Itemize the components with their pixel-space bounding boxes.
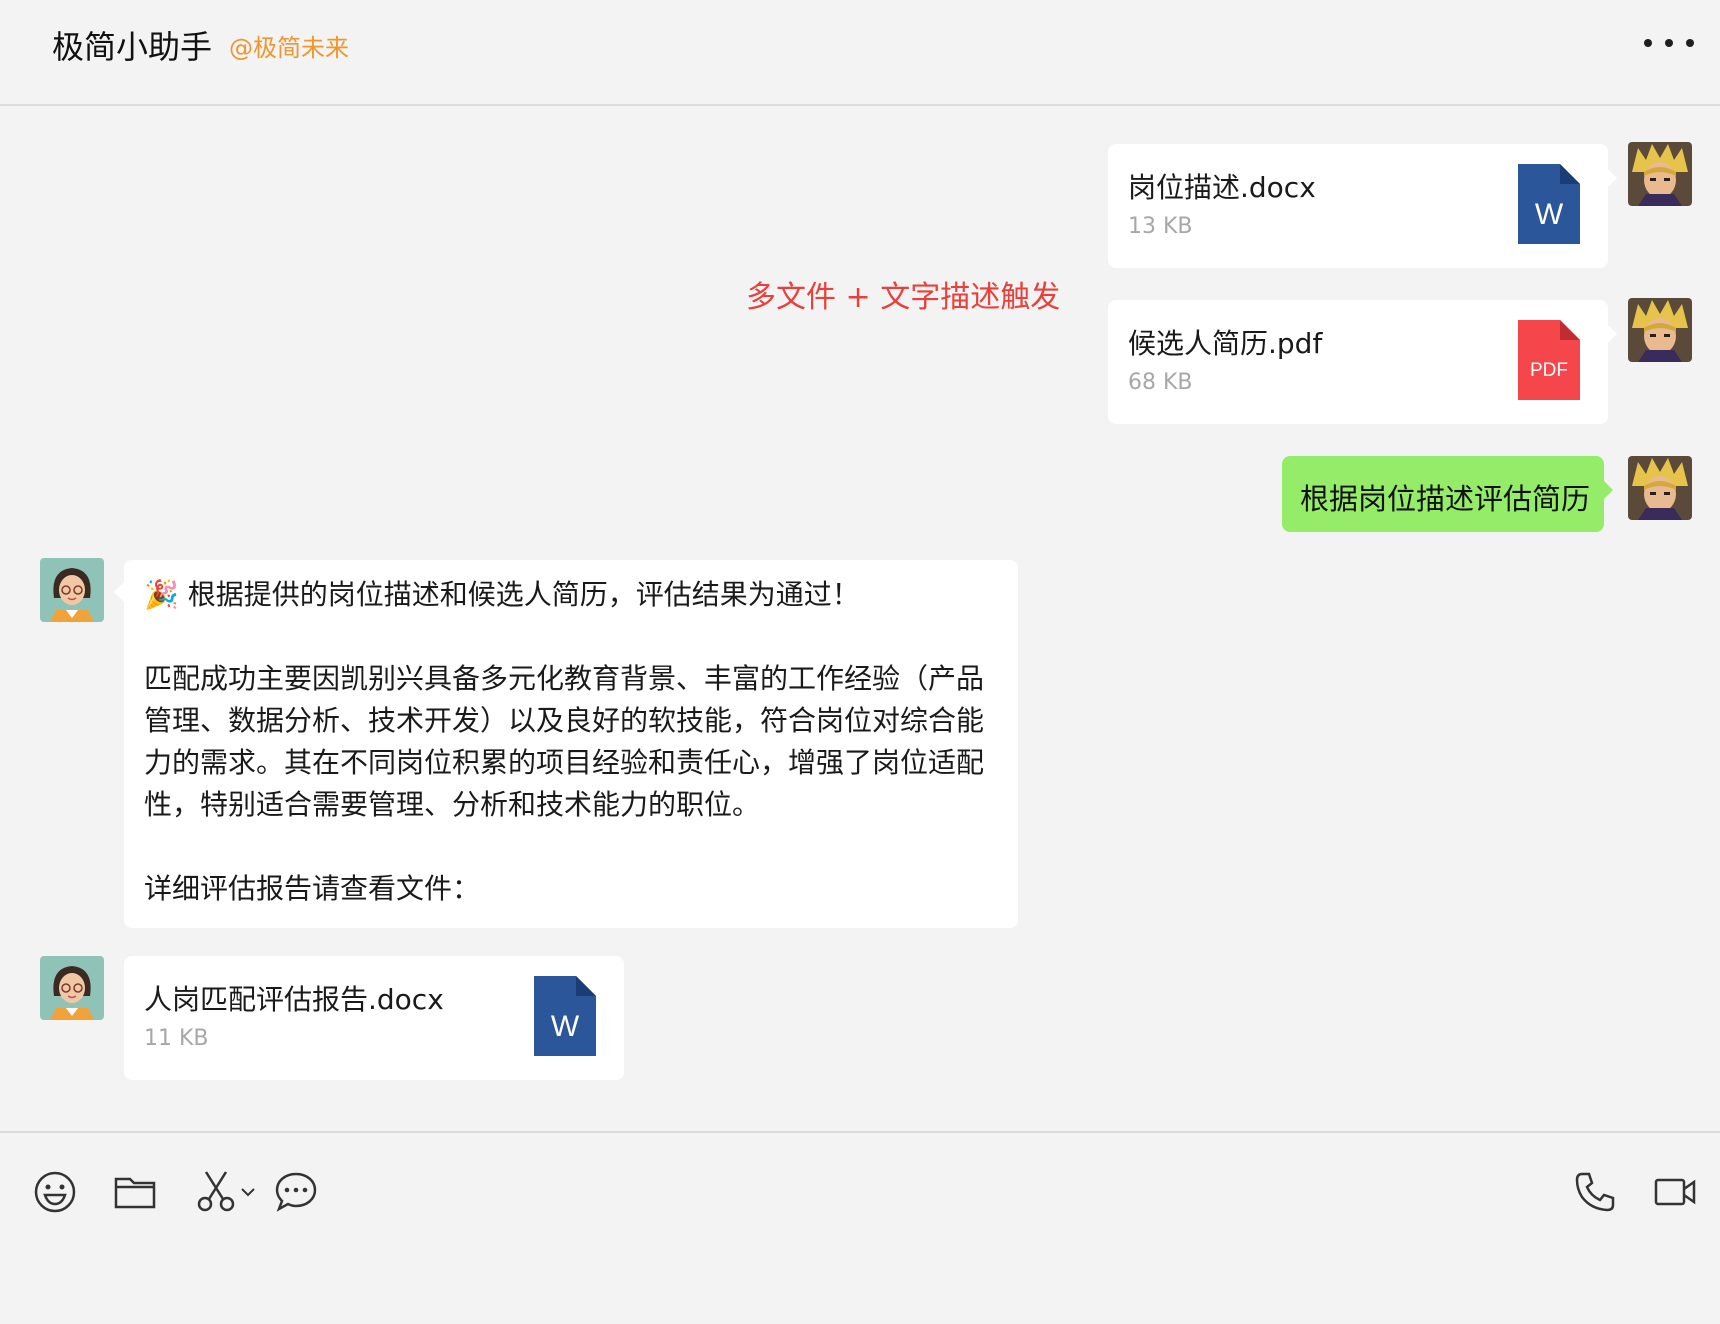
folder-icon[interactable] [114, 1173, 156, 1211]
file-message-resume[interactable]: 候选人简历.pdf 68 KB PDF [1108, 300, 1608, 424]
chat-history-icon[interactable] [274, 1171, 318, 1213]
file-message-report[interactable]: 人岗匹配评估报告.docx 11 KB W [124, 956, 624, 1080]
emoji-icon[interactable] [34, 1171, 76, 1213]
message-text: 根据岗位描述评估简历 [1300, 482, 1591, 516]
word-doc-icon: W [1518, 164, 1580, 244]
video-icon[interactable] [1654, 1177, 1696, 1207]
file-size: 11 KB [144, 1026, 209, 1051]
file-size: 13 KB [1128, 214, 1193, 239]
svg-text:W: W [1535, 198, 1564, 231]
user-avatar[interactable] [1628, 142, 1692, 206]
message-line: 匹配成功主要因凯别兴具备多元化教育背景、丰富的工作经验（产品 [144, 662, 985, 695]
bubble-tail [1603, 480, 1613, 500]
pdf-doc-icon: PDF [1518, 320, 1580, 400]
svg-text:W: W [551, 1010, 580, 1043]
file-name: 候选人简历.pdf [1128, 327, 1323, 360]
word-doc-icon: W [534, 976, 596, 1056]
bot-avatar[interactable] [40, 956, 104, 1020]
more-dot-icon [1686, 39, 1694, 47]
user-avatar[interactable] [1628, 456, 1692, 520]
message-line: 详细评估报告请查看文件： [144, 872, 481, 905]
message-line: 管理、数据分析、技术开发）以及良好的软技能，符合岗位对综合能 [144, 704, 985, 737]
file-name: 人岗匹配评估报告.docx [144, 983, 444, 1016]
svg-text:PDF: PDF [1530, 360, 1568, 381]
file-name: 岗位描述.docx [1128, 171, 1316, 204]
more-dot-icon [1665, 39, 1673, 47]
bot-avatar[interactable] [40, 558, 104, 622]
message-line: 🎉 根据提供的岗位描述和候选人简历，评估结果为通过！ [144, 578, 860, 611]
bot-text-message[interactable]: 🎉 根据提供的岗位描述和候选人简历，评估结果为通过！ 匹配成功主要因凯别兴具备多… [124, 560, 1018, 928]
more-dot-icon [1644, 39, 1652, 47]
input-toolbar [0, 1131, 1720, 1324]
file-message-job-description[interactable]: 岗位描述.docx 13 KB W [1108, 144, 1608, 268]
user-text-message[interactable]: 根据岗位描述评估简历 [1282, 456, 1604, 532]
bubble-tail [1607, 168, 1617, 188]
annotation-label: 多文件 + 文字描述触发 [746, 280, 1061, 315]
message-line: 力的需求。其在不同岗位积累的项目经验和责任心，增强了岗位适配 [144, 746, 985, 779]
scissors-icon[interactable] [196, 1169, 236, 1213]
bubble-tail [1607, 324, 1617, 344]
message-line: 性，特别适合需要管理、分析和技术能力的职位。 [144, 788, 761, 821]
file-size: 68 KB [1128, 370, 1193, 395]
chat-title: 极简小助手 [52, 28, 213, 66]
user-avatar[interactable] [1628, 298, 1692, 362]
phone-icon[interactable] [1574, 1171, 1616, 1213]
more-options-button[interactable] [1644, 28, 1694, 58]
chevron-down-icon[interactable] [240, 1187, 256, 1197]
chat-header: 极简小助手 @极简未来 [0, 0, 1720, 106]
chat-subtitle: @极简未来 [229, 34, 349, 62]
bubble-tail [114, 582, 124, 602]
